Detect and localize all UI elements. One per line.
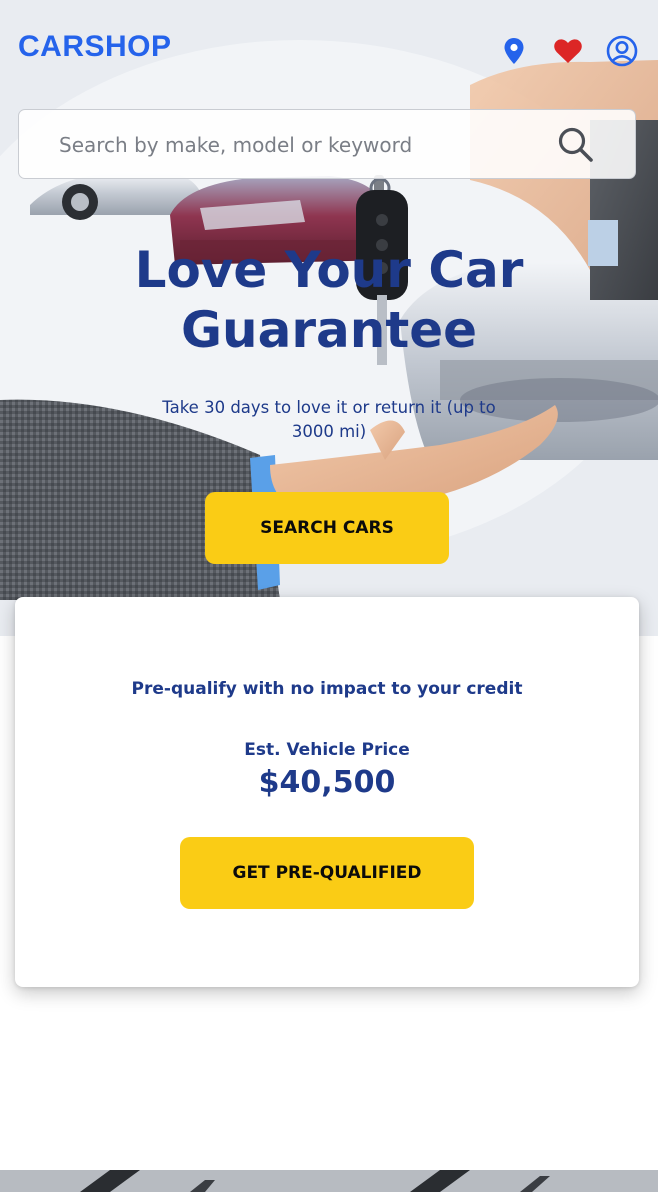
search-bar (18, 109, 636, 179)
search-icon[interactable] (551, 122, 601, 168)
heart-icon[interactable] (552, 34, 584, 68)
bottom-photo-strip (0, 1170, 658, 1192)
get-prequalified-button[interactable]: GET PRE-QUALIFIED (180, 837, 474, 909)
hero-title-line-1: Love Your Car (134, 241, 524, 299)
est-price-label: Est. Vehicle Price (244, 740, 410, 760)
prequalify-headline: Pre-qualify with no impact to your credi… (131, 679, 523, 699)
prequalify-card: Pre-qualify with no impact to your credi… (15, 597, 639, 987)
top-header: CARSHOP (0, 0, 658, 100)
location-pin-icon[interactable] (498, 34, 530, 68)
search-cars-button[interactable]: SEARCH CARS (205, 492, 449, 564)
bottom-section-photo (0, 1170, 658, 1192)
search-input[interactable] (59, 124, 539, 166)
hero-title: Love Your Car Guarantee (100, 240, 558, 360)
user-account-icon[interactable] (606, 34, 638, 68)
hero-section: CARSHOP Search by make, model or keyword… (0, 0, 658, 636)
carshop-logo[interactable]: CARSHOP (18, 30, 172, 64)
hero-title-line-2: Guarantee (180, 301, 478, 359)
est-price-value: $40,500 (258, 765, 396, 800)
hero-subtitle: Take 30 days to love it or return it (up… (162, 398, 496, 441)
